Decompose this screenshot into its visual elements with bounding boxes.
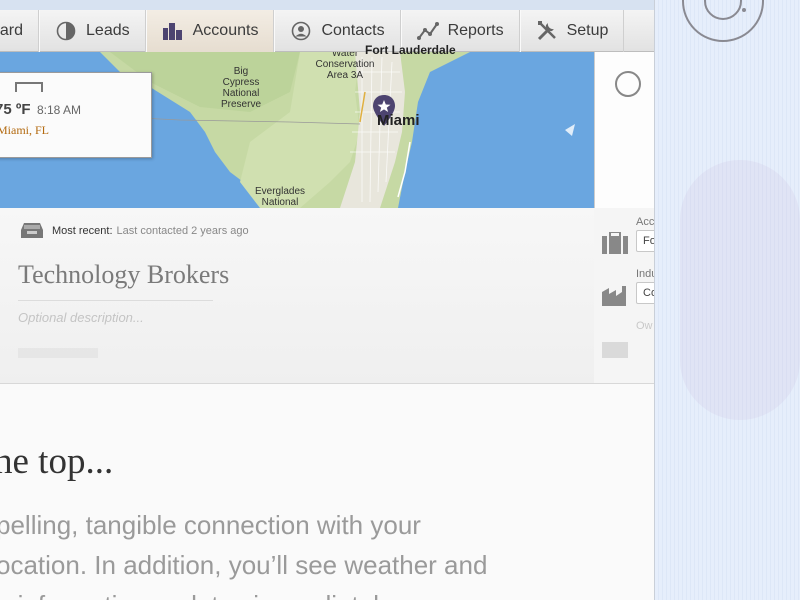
account-type-input[interactable]: Fo [636, 230, 654, 252]
section-divider [0, 383, 654, 384]
clock-icon [615, 71, 641, 97]
account-type-field: Acco Fo [598, 214, 655, 264]
map-label-miami: Miami [377, 112, 420, 129]
briefcase-icon [602, 231, 628, 254]
description-field[interactable]: Optional description... [18, 310, 144, 325]
industry-field: Indu Co [598, 266, 654, 316]
nav-tab-label: Reports [447, 22, 504, 39]
nav-tab-label: oard [0, 22, 24, 39]
owner-label: Ow [636, 320, 653, 332]
owner-field: Ow [598, 318, 654, 368]
contacts-icon [290, 20, 312, 42]
nav-tab-setup[interactable]: Setup [519, 10, 625, 52]
nav-tab-leads[interactable]: Leads [39, 10, 146, 52]
main-nav: oard Leads Accounts Contacts Reports [0, 10, 654, 52]
name-underline [18, 300, 213, 301]
nav-tab-label: Leads [86, 22, 130, 39]
recent-label: Most recent: [52, 224, 113, 237]
industry-label: Indu [636, 268, 654, 280]
account-type-label: Acco [636, 216, 655, 228]
weather-city: Miami, FL [0, 123, 50, 137]
section-paragraph: pelling, tangible connection with your o… [0, 505, 636, 600]
accounts-icon [162, 20, 184, 42]
reports-icon [416, 20, 439, 42]
faint-row [18, 348, 98, 358]
nav-tab-dashboard[interactable]: oard [0, 10, 40, 52]
recent-activity: Most recent: Last contacted 2 years ago [20, 222, 249, 239]
nav-tab-label: Setup [566, 22, 609, 39]
top-strip [0, 0, 654, 10]
account-name[interactable]: Technology Brokers [18, 260, 229, 290]
nav-tab-accounts[interactable]: Accounts [145, 10, 275, 52]
weather-icon [15, 82, 43, 92]
paragraph-line: ocation. In addition, you’ll see weather… [0, 550, 488, 580]
weather-temp: 75 ºF [0, 101, 31, 118]
contact-info-panel [594, 52, 654, 208]
account-record: Most recent: Last contacted 2 years ago … [0, 208, 594, 384]
map-label-everglades: Everglades National [254, 186, 306, 208]
app-window: oard Leads Accounts Contacts Reports [0, 0, 655, 600]
weather-card: 75 ºF 8:18 AM Miami, FL [0, 72, 152, 158]
recent-value: Last contacted 2 years ago [116, 224, 249, 237]
decorative-dot [742, 8, 746, 12]
section-heading: he top... [0, 441, 114, 482]
map-label-big-cypress: Big Cypress National Preserve [220, 66, 261, 110]
setup-icon [536, 20, 558, 42]
industry-input[interactable]: Co [636, 282, 654, 304]
factory-icon [602, 284, 628, 306]
background-tint [680, 160, 800, 420]
nav-tab-label: Contacts [321, 22, 385, 39]
nav-tab-label: Accounts [192, 22, 259, 39]
paragraph-line: e information updates immediately. [0, 585, 636, 600]
owner-icon [602, 336, 628, 358]
weather-time: 8:18 AM [37, 103, 82, 117]
account-fields: Acco Fo Indu Co Ow [594, 208, 655, 384]
paragraph-line: pelling, tangible connection with your [0, 510, 421, 540]
map-label-fort-lauderdale: Fort Lauderdale [365, 43, 456, 57]
leads-icon [55, 20, 77, 42]
inbox-tray-icon [20, 222, 44, 239]
